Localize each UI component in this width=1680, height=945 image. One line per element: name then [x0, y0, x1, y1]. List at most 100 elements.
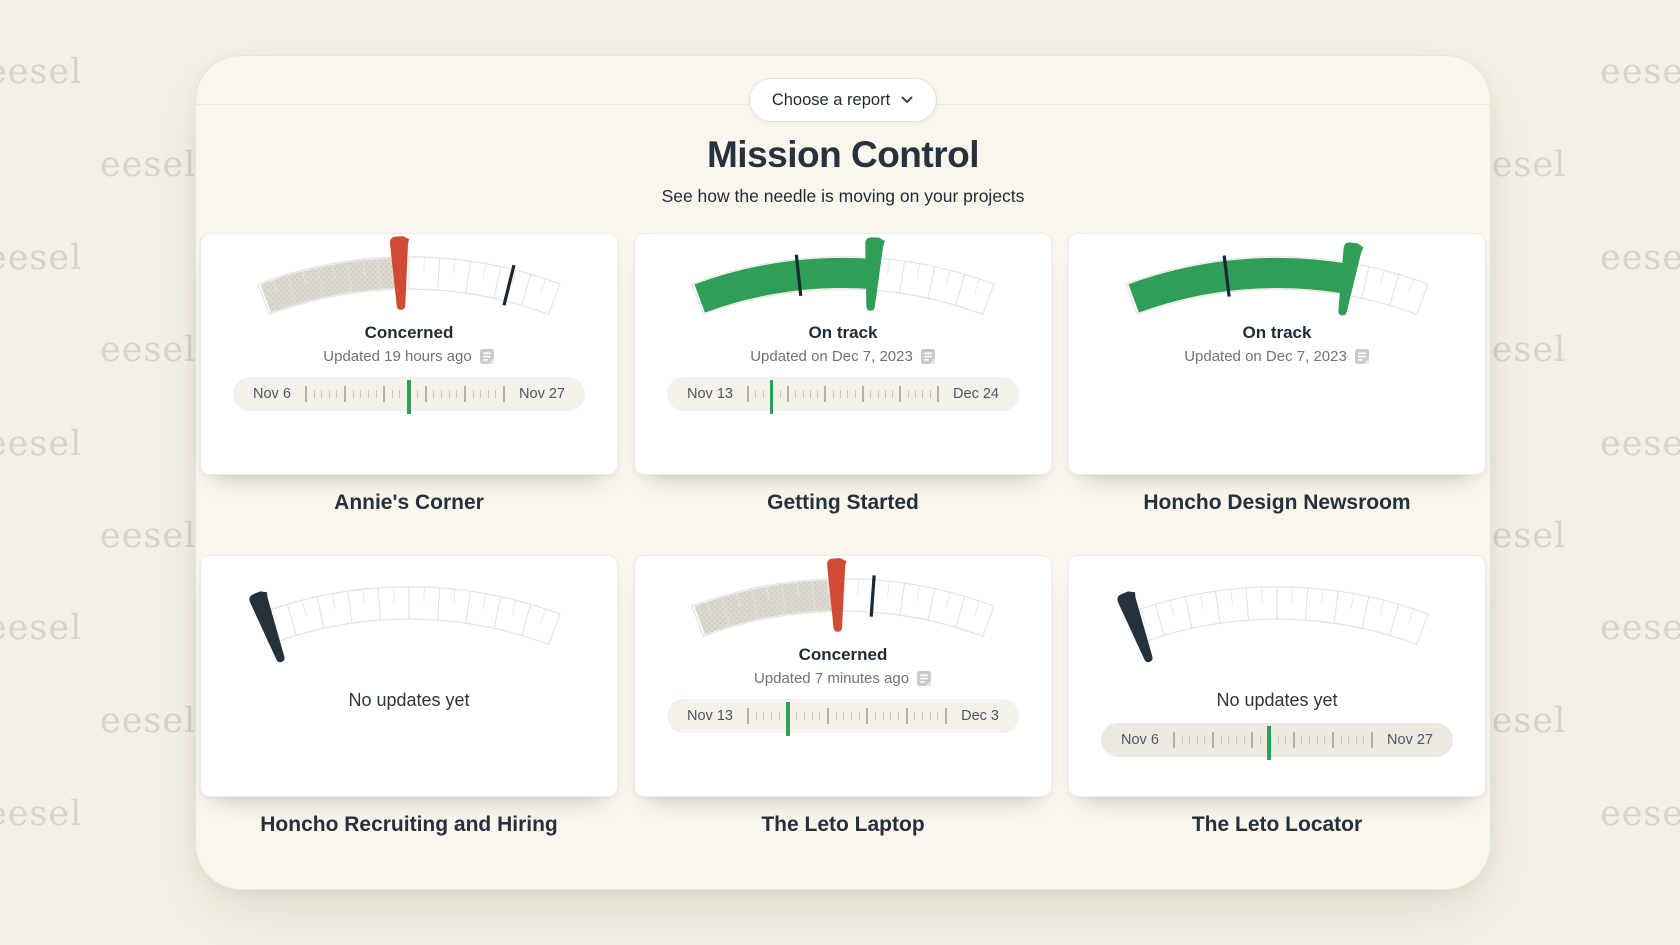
timeline-tick [449, 390, 450, 398]
report-title: Honcho Recruiting and Hiring [260, 813, 558, 837]
timeline-tick [795, 390, 796, 398]
timeline-tick [360, 390, 361, 398]
timeline-ruler [747, 699, 947, 733]
timeline-tick [1363, 736, 1364, 744]
watermark-text: eesel [0, 52, 82, 92]
update-note-icon[interactable] [916, 670, 932, 687]
report-cell: No updates yetNov 6Nov 27 The Leto Locato… [1068, 555, 1486, 861]
updated-text: Updated on Dec 7, 2023 [750, 348, 913, 365]
report-cell: No updates yet Honcho Recruiting and Hiri… [200, 555, 618, 861]
report-title: The Leto Locator [1192, 813, 1362, 837]
timeline-tick [803, 390, 804, 398]
report-cell: ConcernedUpdated 7 minutes agoNov 13Dec … [634, 555, 1052, 861]
timeline-tick [321, 390, 322, 398]
timeline-tick [1324, 736, 1325, 744]
timeline-tick [870, 390, 871, 398]
timeline-tick [890, 712, 891, 720]
report-cell: On track Updated on Dec 7, 2023 Nov 13Dec … [634, 233, 1052, 539]
timeline-tick [915, 390, 916, 398]
timeline-start-date: Nov 6 [253, 386, 291, 402]
timeline-tick [883, 712, 884, 720]
watermark-text: eesel [0, 794, 82, 834]
timeline: Nov 13Dec 24 [667, 377, 1019, 411]
timeline-tick [1278, 736, 1279, 744]
report-card[interactable]: On trackUpdated on Dec 7, 2023 [1068, 233, 1486, 475]
watermark-text: eesel [1600, 238, 1680, 278]
timeline-tick [922, 390, 923, 398]
timeline-tick [1285, 736, 1286, 744]
timeline: Nov 6Nov 27 [1101, 723, 1453, 757]
choose-report-dropdown[interactable]: Choose a report [749, 78, 937, 122]
timeline-tick [473, 390, 474, 398]
timeline-tick [1244, 736, 1245, 744]
timeline-tick [1204, 736, 1205, 744]
timeline-tick [780, 390, 781, 398]
timeline-tick [847, 390, 848, 398]
timeline-tick [376, 390, 377, 398]
watermark-text: eesel [100, 516, 196, 556]
watermark-text: eesel [1600, 608, 1680, 648]
timeline-tick [329, 390, 330, 398]
timeline-tick [843, 712, 844, 720]
timeline-tick [1356, 736, 1357, 744]
timeline-tick [819, 712, 820, 720]
timeline-tick [1189, 736, 1190, 744]
timeline-progress-marker [407, 380, 411, 414]
timeline-tick [755, 390, 756, 398]
timeline-tick [899, 386, 901, 402]
timeline-tick [1301, 736, 1302, 744]
timeline-tick [495, 390, 496, 398]
timeline: Nov 13Dec 3 [667, 699, 1019, 733]
updated-line: Updated on Dec 7, 2023 [750, 348, 936, 365]
timeline-progress-marker [786, 702, 790, 736]
timeline-tick [1332, 732, 1334, 748]
report-title: Honcho Design Newsroom [1143, 491, 1410, 515]
updated-text: Updated 19 hours ago [323, 348, 471, 365]
timeline-tick [392, 390, 393, 398]
watermark-text: eesel [1600, 52, 1680, 92]
timeline-tick [417, 390, 418, 398]
timeline-tick [441, 390, 442, 398]
timeline-tick [787, 386, 789, 402]
timeline-tick [892, 390, 893, 398]
timeline-tick [930, 712, 931, 720]
status-label: On track [809, 322, 878, 344]
timeline-tick [922, 712, 923, 720]
timeline-tick [859, 712, 860, 720]
timeline-tick [305, 386, 307, 402]
page-title: Mission Control [196, 134, 1490, 176]
timeline-tick [930, 390, 931, 398]
report-card[interactable]: ConcernedUpdated 7 minutes agoNov 13Dec … [634, 555, 1052, 797]
timeline-end-date: Dec 24 [953, 386, 999, 402]
updated-line: Updated on Dec 7, 2023 [1184, 348, 1370, 365]
timeline-end-date: Nov 27 [1387, 732, 1433, 748]
watermark-text: eesel [100, 330, 196, 370]
timeline-tick [855, 390, 856, 398]
timeline-tick [906, 708, 908, 724]
update-note-icon[interactable] [920, 348, 936, 365]
timeline-tick [368, 390, 369, 398]
watermark-text: eesel [1600, 794, 1680, 834]
report-card[interactable]: No updates yet [200, 555, 618, 797]
timeline: Nov 6Nov 27 [233, 377, 585, 411]
report-card[interactable]: No updates yetNov 6Nov 27 [1068, 555, 1486, 797]
status-label: No updates yet [348, 690, 469, 711]
update-note-icon[interactable] [479, 348, 495, 365]
timeline-tick [824, 386, 826, 402]
timeline-tick [885, 390, 886, 398]
updated-text: Updated 7 minutes ago [754, 670, 909, 687]
timeline-tick [1341, 736, 1342, 744]
timeline-tick [779, 712, 780, 720]
timeline-tick [433, 390, 434, 398]
report-cell: On trackUpdated on Dec 7, 2023 Honcho Des… [1068, 233, 1486, 539]
page-subtitle: See how the needle is moving on your pro… [196, 186, 1490, 207]
timeline-tick [383, 386, 385, 402]
timeline-tick [878, 390, 879, 398]
report-card[interactable]: On track Updated on Dec 7, 2023 Nov 13Dec … [634, 233, 1052, 475]
timeline-tick [898, 712, 899, 720]
updated-line: Updated 7 minutes ago [754, 670, 932, 687]
update-note-icon[interactable] [1354, 348, 1370, 365]
report-card[interactable]: ConcernedUpdated 19 hours agoNov 6Nov 27 [200, 233, 618, 475]
timeline-tick [1236, 736, 1237, 744]
timeline-tick [914, 712, 915, 720]
